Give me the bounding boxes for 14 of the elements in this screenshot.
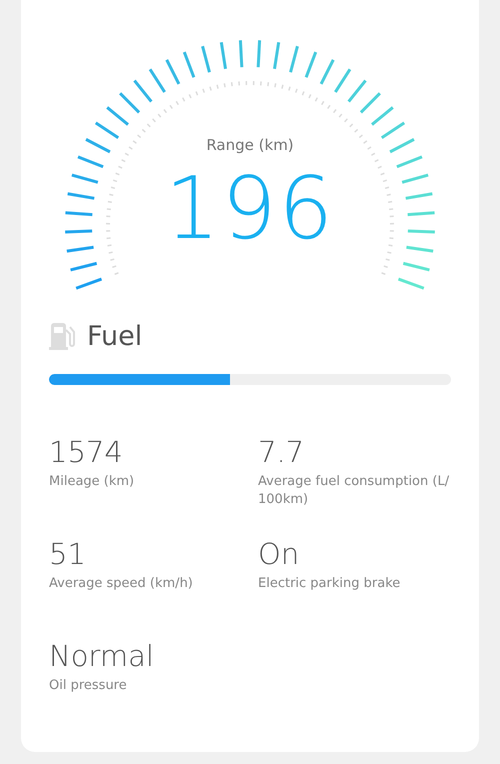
stat-value: 51	[49, 537, 87, 571]
range-value: 196	[164, 166, 336, 252]
stat-value: 7.7	[258, 435, 306, 469]
fuel-label: Fuel	[87, 320, 142, 352]
stat-value: Normal	[49, 639, 155, 673]
stat-label: Electric parking brake	[258, 575, 402, 593]
stat-value: 1574	[49, 435, 124, 469]
stat-label: Average fuel consumption (L/ 100km)	[258, 473, 450, 509]
fuel-pump-icon	[49, 322, 75, 350]
stat-value: On	[258, 537, 300, 571]
stat-label: Mileage (km)	[49, 473, 136, 491]
stat-label: Oil pressure	[49, 677, 128, 695]
stat-label: Average speed (km/h)	[49, 575, 194, 593]
range-label: Range (km)	[206, 136, 294, 154]
